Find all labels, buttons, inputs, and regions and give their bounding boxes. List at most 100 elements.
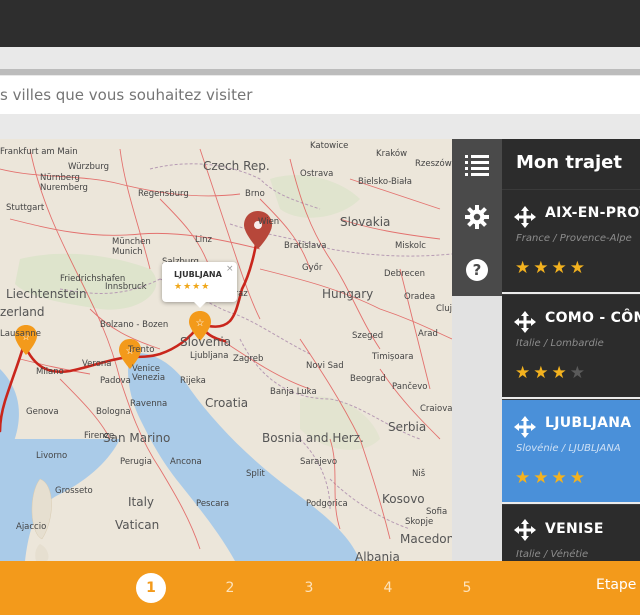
city-label: Timișoara bbox=[372, 352, 414, 362]
search-divider-top bbox=[0, 69, 640, 75]
city-label: Novi Sad bbox=[306, 361, 344, 371]
city-label: Podgorica bbox=[306, 499, 348, 509]
settings-button[interactable] bbox=[452, 191, 502, 243]
city-label: Firenze bbox=[84, 431, 115, 441]
city-label: Nürnberg bbox=[40, 173, 80, 183]
trip-item[interactable]: AIX-EN-PROV France / Provence-Alpe ★★★★ bbox=[502, 189, 640, 292]
city-label: Milano bbox=[36, 367, 64, 377]
trip-item[interactable]: VENISE Italie / Vénétie bbox=[502, 504, 640, 561]
label-slovenia: Slovenia bbox=[180, 335, 232, 349]
city-label: Grosseto bbox=[55, 486, 93, 496]
move-icon[interactable] bbox=[514, 311, 536, 333]
city-label: Friedrichshafen bbox=[60, 274, 126, 284]
trip-item-location: France / Provence-Alpe bbox=[516, 233, 632, 244]
trip-item-country: Italie bbox=[516, 549, 541, 560]
rating-stars-filled: ★★★★ bbox=[515, 258, 588, 278]
trip-item-active[interactable]: LJUBLJANA Slovénie / LJUBLJANA ★★★★ bbox=[502, 399, 640, 502]
label-serbia: Serbia bbox=[388, 420, 427, 434]
city-label: Ostrava bbox=[300, 169, 334, 179]
city-label: Würzburg bbox=[68, 162, 109, 172]
city-label: Ravenna bbox=[130, 399, 168, 409]
city-label: Split bbox=[246, 469, 265, 479]
step-3[interactable]: 3 bbox=[294, 573, 324, 603]
label-switzerland: zerland bbox=[0, 305, 45, 319]
city-label: Craiova bbox=[420, 404, 452, 414]
label-vatican: Vatican bbox=[115, 518, 160, 532]
move-icon[interactable] bbox=[514, 416, 536, 438]
city-label: Zagreb bbox=[233, 354, 264, 364]
label-albania: Albania bbox=[355, 550, 400, 561]
trip-item-region: Vénétie bbox=[550, 549, 589, 560]
rating-stars-filled: ★★★★ bbox=[515, 468, 588, 488]
sardinia bbox=[35, 544, 49, 561]
label-macedonia: Macedonia bbox=[400, 532, 452, 546]
city-label: Perugia bbox=[120, 457, 152, 467]
label-slovakia: Slovakia bbox=[340, 215, 391, 229]
city-label: Bolzano - Bozen bbox=[100, 320, 169, 330]
move-icon[interactable] bbox=[514, 519, 536, 541]
city-label: Debrecen bbox=[384, 269, 425, 279]
rating-stars-filled: ★★★ bbox=[515, 363, 570, 383]
city-label: Wien bbox=[258, 217, 280, 227]
svg-text:☆: ☆ bbox=[196, 318, 205, 329]
city-search-input[interactable] bbox=[0, 76, 640, 114]
svg-text:?: ? bbox=[473, 261, 482, 279]
step-2[interactable]: 2 bbox=[215, 573, 245, 603]
label-czech-rep: Czech Rep. bbox=[203, 159, 270, 173]
trip-item-rating: ★★★★ bbox=[515, 363, 588, 383]
trip-item[interactable]: COMO - CÔM Italie / Lombardie ★★★★ bbox=[502, 294, 640, 397]
popup-close-icon[interactable]: × bbox=[226, 264, 234, 274]
city-label: München bbox=[112, 237, 151, 247]
city-label: Szeged bbox=[352, 331, 384, 341]
help-button[interactable]: ? bbox=[452, 244, 502, 296]
map[interactable]: ☆ ☆ ☆ Czech Rep. Slovakia Hungary Liecht… bbox=[0, 139, 452, 561]
trip-item-country: Slovénie bbox=[516, 443, 559, 454]
city-label: Rzeszów bbox=[415, 159, 452, 169]
help-icon: ? bbox=[466, 259, 488, 281]
trip-item-name: LJUBLJANA bbox=[545, 415, 632, 431]
city-label: Lausanne bbox=[0, 329, 41, 339]
city-label: Oradea bbox=[404, 292, 436, 302]
label-bosnia: Bosnia and Herz. bbox=[262, 431, 364, 445]
city-label: Ancona bbox=[170, 457, 202, 467]
city-label: Katowice bbox=[310, 141, 349, 151]
step-5[interactable]: 5 bbox=[452, 573, 482, 603]
trip-item-region: LJUBLJANA bbox=[568, 443, 621, 454]
city-label: Győr bbox=[302, 263, 323, 273]
city-label: Banja Luka bbox=[270, 387, 317, 397]
label-liechtenstein: Liechtenstein bbox=[6, 287, 87, 301]
trip-item-name: COMO - CÔM bbox=[545, 310, 640, 326]
label-croatia: Croatia bbox=[205, 396, 249, 410]
city-label: Pančevo bbox=[392, 382, 428, 392]
step-4[interactable]: 4 bbox=[373, 573, 403, 603]
top-bar bbox=[0, 0, 640, 47]
city-label: Venezia bbox=[132, 373, 166, 383]
city-label: Verona bbox=[82, 359, 112, 369]
trip-item-country: Italie bbox=[516, 338, 541, 349]
city-label: Beograd bbox=[350, 374, 386, 384]
trip-item-name: VENISE bbox=[545, 521, 604, 537]
step-1[interactable]: 1 bbox=[136, 573, 166, 603]
list-button[interactable] bbox=[452, 139, 502, 191]
city-label: Skopje bbox=[405, 517, 434, 527]
move-icon[interactable] bbox=[514, 206, 536, 228]
trip-header: Mon trajet bbox=[502, 139, 640, 189]
city-label: Padova bbox=[100, 376, 131, 386]
city-label: Kraków bbox=[376, 149, 408, 159]
trip-item-region: Provence-Alpe bbox=[559, 233, 632, 244]
city-label: Munich bbox=[112, 247, 143, 257]
city-label: Bologna bbox=[96, 407, 131, 417]
step-bar: 1 2 3 4 5 Etape bbox=[0, 561, 640, 615]
trip-title: Mon trajet bbox=[516, 152, 622, 173]
city-label: Pescara bbox=[196, 499, 230, 509]
city-label: Regensburg bbox=[138, 189, 189, 199]
city-label: Niš bbox=[412, 469, 426, 479]
city-label: Sofia bbox=[426, 507, 448, 517]
city-label: Trento bbox=[128, 345, 155, 355]
trip-item-location: Italie / Lombardie bbox=[516, 338, 604, 349]
city-label: Cluj bbox=[436, 304, 452, 314]
trip-item-location: Slovénie / LJUBLJANA bbox=[516, 443, 621, 454]
city-popup[interactable]: LJUBLJANA ★★★★ × bbox=[162, 262, 237, 308]
carpathian-vegetation bbox=[270, 175, 360, 218]
city-label: Genova bbox=[26, 407, 59, 417]
